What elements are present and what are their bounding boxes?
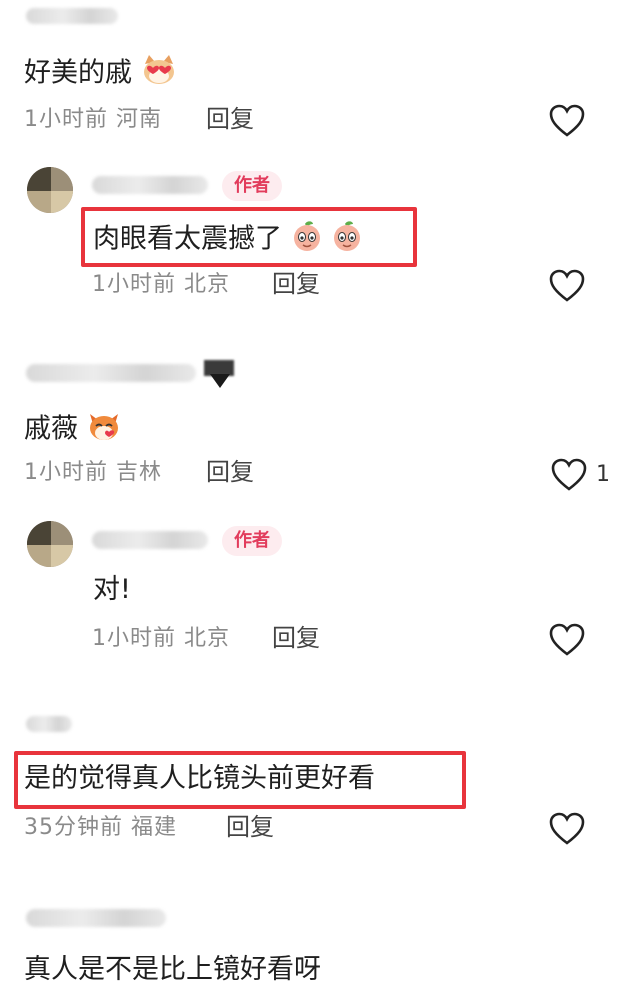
heart-outline-icon[interactable] (549, 104, 585, 138)
comment-text: 真人是不是比上镜好看呀 (24, 954, 321, 985)
avatar[interactable] (27, 521, 73, 567)
username-blurred[interactable] (26, 909, 166, 927)
fox-emoji (87, 410, 121, 450)
heart-outline-icon[interactable] (549, 623, 585, 657)
author-badge: 作者 (222, 526, 282, 556)
reply-button[interactable]: 回复 (206, 105, 254, 133)
reply-button[interactable]: 回复 (272, 624, 320, 652)
username-blurred[interactable] (92, 531, 208, 549)
username-blurred[interactable] (26, 716, 72, 732)
comment-meta: 35分钟前 福建 (24, 815, 177, 840)
author-badge: 作者 (222, 171, 282, 201)
avatar[interactable] (27, 167, 73, 213)
blurred-icon (202, 360, 236, 390)
comment-meta: 1小时前 北京 (92, 272, 230, 297)
comment-meta: 1小时前 吉林 (24, 460, 162, 485)
heart-outline-icon[interactable] (549, 812, 585, 846)
cat-love-emoji (141, 54, 177, 94)
username-blurred[interactable] (26, 8, 118, 24)
comment-text: 是的觉得真人比镜头前更好看 (24, 763, 375, 794)
username-blurred[interactable] (26, 364, 196, 382)
peach-face-emoji (291, 220, 323, 260)
heart-outline-icon[interactable] (551, 458, 587, 492)
username-blurred[interactable] (92, 176, 208, 194)
reply-button[interactable]: 回复 (272, 270, 320, 298)
comment-text: 戚薇 (24, 410, 121, 450)
comment-text: 好美的戚 (24, 54, 177, 94)
comment-text: 肉眼看太震撼了 (93, 220, 363, 260)
reply-button[interactable]: 回复 (226, 813, 274, 841)
comment-text: 对! (93, 574, 131, 605)
heart-outline-icon[interactable] (549, 269, 585, 303)
reply-button[interactable]: 回复 (206, 458, 254, 486)
like-count: 1 (596, 462, 610, 487)
comment-meta: 1小时前 河南 (24, 107, 162, 132)
peach-face-emoji (331, 220, 363, 260)
comment-meta: 1小时前 北京 (92, 626, 230, 651)
